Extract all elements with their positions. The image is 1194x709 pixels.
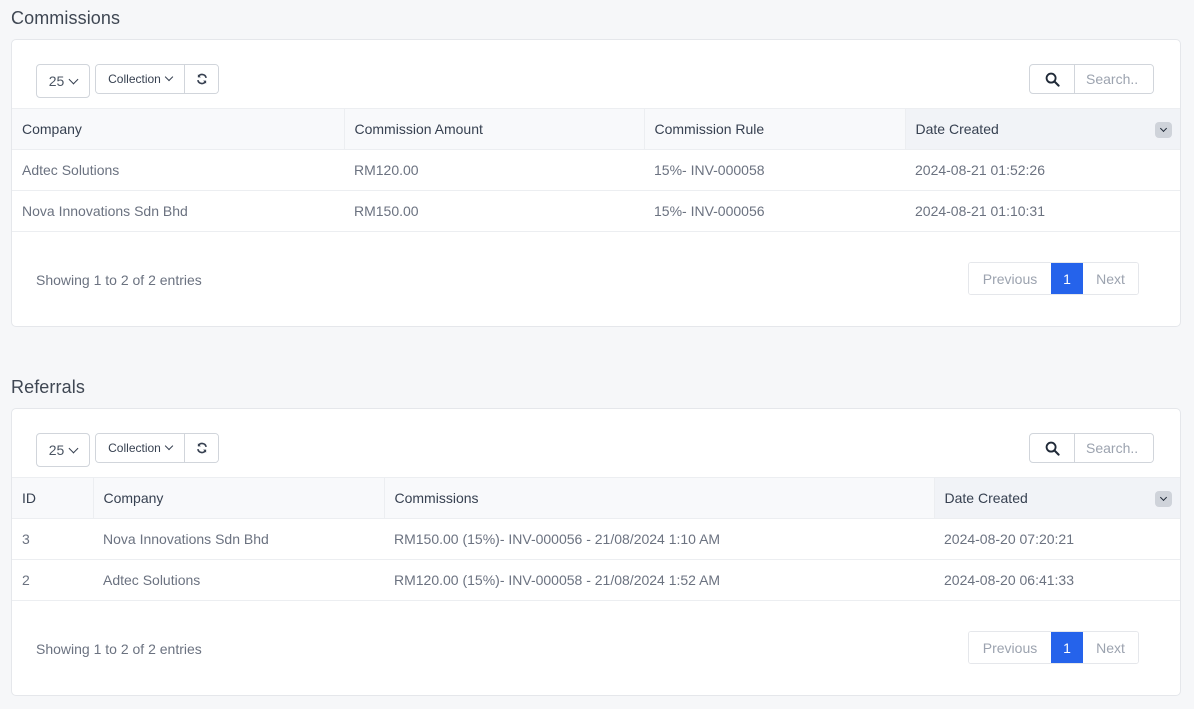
cell-company: Adtec Solutions [93, 559, 384, 601]
commissions-table: Company Commission Amount Commission Rul… [12, 108, 1180, 232]
pagination: Previous 1 Next [968, 631, 1139, 664]
search-icon [1045, 441, 1060, 456]
column-header-label: Date Created [944, 490, 1028, 506]
column-header-commission-amount[interactable]: Commission Amount [344, 108, 645, 150]
cell-commission-amount: RM120.00 [344, 149, 644, 191]
cell-id: 3 [12, 518, 93, 560]
referrals-toolbar: 25 Collection [12, 409, 1180, 477]
referrals-title: Referrals [11, 377, 85, 397]
column-header-commissions[interactable]: Commissions [384, 477, 935, 519]
pagination-next[interactable]: Next [1083, 263, 1138, 294]
column-header-label: Commission Rule [654, 121, 765, 137]
collection-button[interactable]: Collection [96, 434, 185, 462]
commissions-toolbar: 25 Collection [12, 40, 1180, 108]
table-row: Nova Innovations Sdn Bhd RM150.00 15%- I… [12, 190, 1180, 232]
cell-company: Adtec Solutions [12, 149, 344, 191]
cell-date-created: 2024-08-20 07:20:21 [934, 518, 1180, 560]
page-length-value: 25 [48, 73, 65, 89]
search-input[interactable] [1075, 434, 1153, 462]
cell-date-created: 2024-08-21 01:52:26 [905, 149, 1180, 191]
search-input[interactable] [1075, 65, 1153, 93]
chevron-down-icon [164, 441, 174, 451]
pagination-page-1[interactable]: 1 [1051, 263, 1083, 294]
column-header-label: Company [103, 490, 164, 506]
pagination-previous[interactable]: Previous [969, 632, 1051, 663]
column-header-date-created[interactable]: Date Created [934, 477, 1180, 519]
collection-label: Collection [108, 441, 161, 455]
cell-company: Nova Innovations Sdn Bhd [93, 518, 384, 560]
cell-commission-rule: 15%- INV-000056 [644, 190, 905, 232]
commissions-title: Commissions [11, 8, 121, 28]
page-length-value: 25 [48, 442, 65, 458]
column-header-id[interactable]: ID [12, 477, 94, 519]
chevron-down-icon [68, 74, 79, 84]
column-header-date-created[interactable]: Date Created [905, 108, 1180, 150]
collection-label: Collection [108, 72, 161, 86]
page-length-select[interactable]: 25 [36, 433, 90, 467]
pagination: Previous 1 Next [968, 262, 1139, 295]
table-header-row: Company Commission Amount Commission Rul… [12, 108, 1180, 150]
cell-commission-amount: RM150.00 [344, 190, 644, 232]
column-header-label: Date Created [915, 121, 999, 137]
table-info: Showing 1 to 2 of 2 entries [36, 641, 202, 657]
commissions-card: 25 Collection Search.. Company Commissio… [11, 39, 1181, 327]
sort-desc-icon[interactable] [1155, 491, 1172, 507]
column-header-label: Commission Amount [354, 121, 483, 137]
column-header-label: ID [22, 490, 36, 506]
column-header-company[interactable]: Company [12, 108, 345, 150]
pagination-page-1[interactable]: 1 [1051, 632, 1083, 663]
column-header-label: Commissions [394, 490, 479, 506]
cell-commissions: RM150.00 (15%)- INV-000056 - 21/08/2024 … [384, 518, 934, 560]
table-row: 2 Adtec Solutions RM120.00 (15%)- INV-00… [12, 559, 1180, 601]
cell-date-created: 2024-08-20 06:41:33 [934, 559, 1180, 601]
referrals-card: 25 Collection Search.. ID Company Commis… [11, 408, 1181, 696]
refresh-icon [196, 442, 207, 454]
referrals-table: ID Company Commissions Date Created 3 No… [12, 477, 1180, 601]
column-header-company[interactable]: Company [93, 477, 385, 519]
cell-commission-rule: 15%- INV-000058 [644, 149, 905, 191]
toolbar-button-group: Collection [95, 433, 219, 463]
search-button[interactable] [1030, 434, 1075, 462]
search-group [1029, 433, 1154, 463]
page-length-select[interactable]: 25 [36, 64, 90, 98]
table-row: Adtec Solutions RM120.00 15%- INV-000058… [12, 149, 1180, 191]
table-row: 3 Nova Innovations Sdn Bhd RM150.00 (15%… [12, 518, 1180, 560]
search-group [1029, 64, 1154, 94]
toolbar-button-group: Collection [95, 64, 219, 94]
chevron-down-icon [164, 72, 174, 82]
search-button[interactable] [1030, 65, 1075, 93]
column-header-commission-rule[interactable]: Commission Rule [644, 108, 906, 150]
refresh-button[interactable] [185, 65, 218, 93]
cell-company: Nova Innovations Sdn Bhd [12, 190, 344, 232]
cell-date-created: 2024-08-21 01:10:31 [905, 190, 1180, 232]
refresh-button[interactable] [185, 434, 218, 462]
cell-commissions: RM120.00 (15%)- INV-000058 - 21/08/2024 … [384, 559, 934, 601]
search-icon [1045, 72, 1060, 87]
table-header-row: ID Company Commissions Date Created [12, 477, 1180, 519]
cell-id: 2 [12, 559, 93, 601]
column-header-label: Company [22, 121, 82, 137]
table-info: Showing 1 to 2 of 2 entries [36, 272, 202, 288]
chevron-down-icon [68, 443, 79, 453]
refresh-icon [196, 73, 207, 85]
pagination-next[interactable]: Next [1083, 632, 1138, 663]
collection-button[interactable]: Collection [96, 65, 185, 93]
pagination-previous[interactable]: Previous [969, 263, 1051, 294]
sort-desc-icon[interactable] [1155, 122, 1172, 138]
